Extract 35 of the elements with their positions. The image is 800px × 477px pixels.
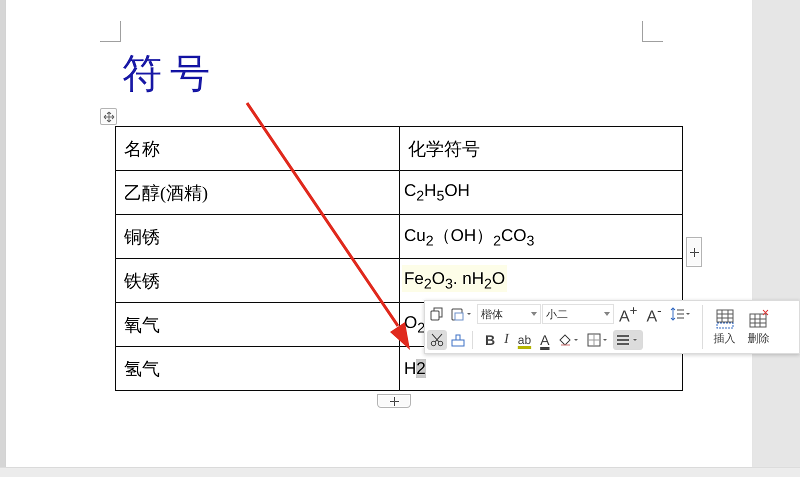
- italic-button[interactable]: I: [500, 329, 513, 351]
- add-column-button[interactable]: [686, 237, 702, 267]
- font-size-dropdown[interactable]: 小二: [542, 304, 614, 324]
- table-insert-icon: [714, 308, 736, 328]
- table-header-cell: 化学符号: [400, 126, 682, 170]
- align-icon[interactable]: [612, 330, 642, 350]
- insert-button[interactable]: 插入: [710, 308, 740, 346]
- cut-icon[interactable]: [427, 330, 447, 350]
- table-cell: 铜锈: [116, 214, 400, 258]
- plus-icon: [690, 248, 698, 256]
- table-cell: 乙醇(酒精): [116, 170, 400, 214]
- plus-icon: [390, 396, 398, 406]
- highlight-button[interactable]: ab: [514, 329, 536, 351]
- table-move-icon[interactable]: [100, 108, 117, 125]
- font-dropdown[interactable]: 楷体: [477, 304, 541, 324]
- table-cell-text: Cu$_{2}$（OH）$_{2}$CO$_{3}$: [403, 224, 536, 249]
- add-row-button[interactable]: [377, 394, 411, 408]
- table-cell: 铁锈: [116, 258, 400, 302]
- caret-icon: [604, 312, 610, 316]
- table-cell-text: H2: [403, 358, 427, 380]
- document-title: 符号: [122, 50, 219, 98]
- margin-corner-mark: [642, 21, 663, 42]
- font-color-button[interactable]: A: [536, 329, 554, 351]
- delete-button[interactable]: 删除: [744, 308, 774, 346]
- table-delete-icon: [748, 308, 770, 328]
- bold-button[interactable]: B: [481, 329, 500, 351]
- table-cell: 氢气: [116, 346, 400, 390]
- margin-corner-mark: [100, 21, 121, 42]
- caret-icon: [531, 312, 537, 316]
- table-cell: Fe$_{2}$O$_{3}$. nH$_{2}$O: [402, 264, 508, 292]
- table-cell-text: O$_{2}$: [403, 312, 426, 336]
- shrink-font-button[interactable]: A$^{-}$: [642, 303, 666, 325]
- table-header-cell: 名称: [116, 126, 400, 170]
- table-cell-text: C$_{2}$H$_{5}$OH: [403, 180, 471, 204]
- grow-font-button[interactable]: A$^{+}$: [615, 303, 642, 325]
